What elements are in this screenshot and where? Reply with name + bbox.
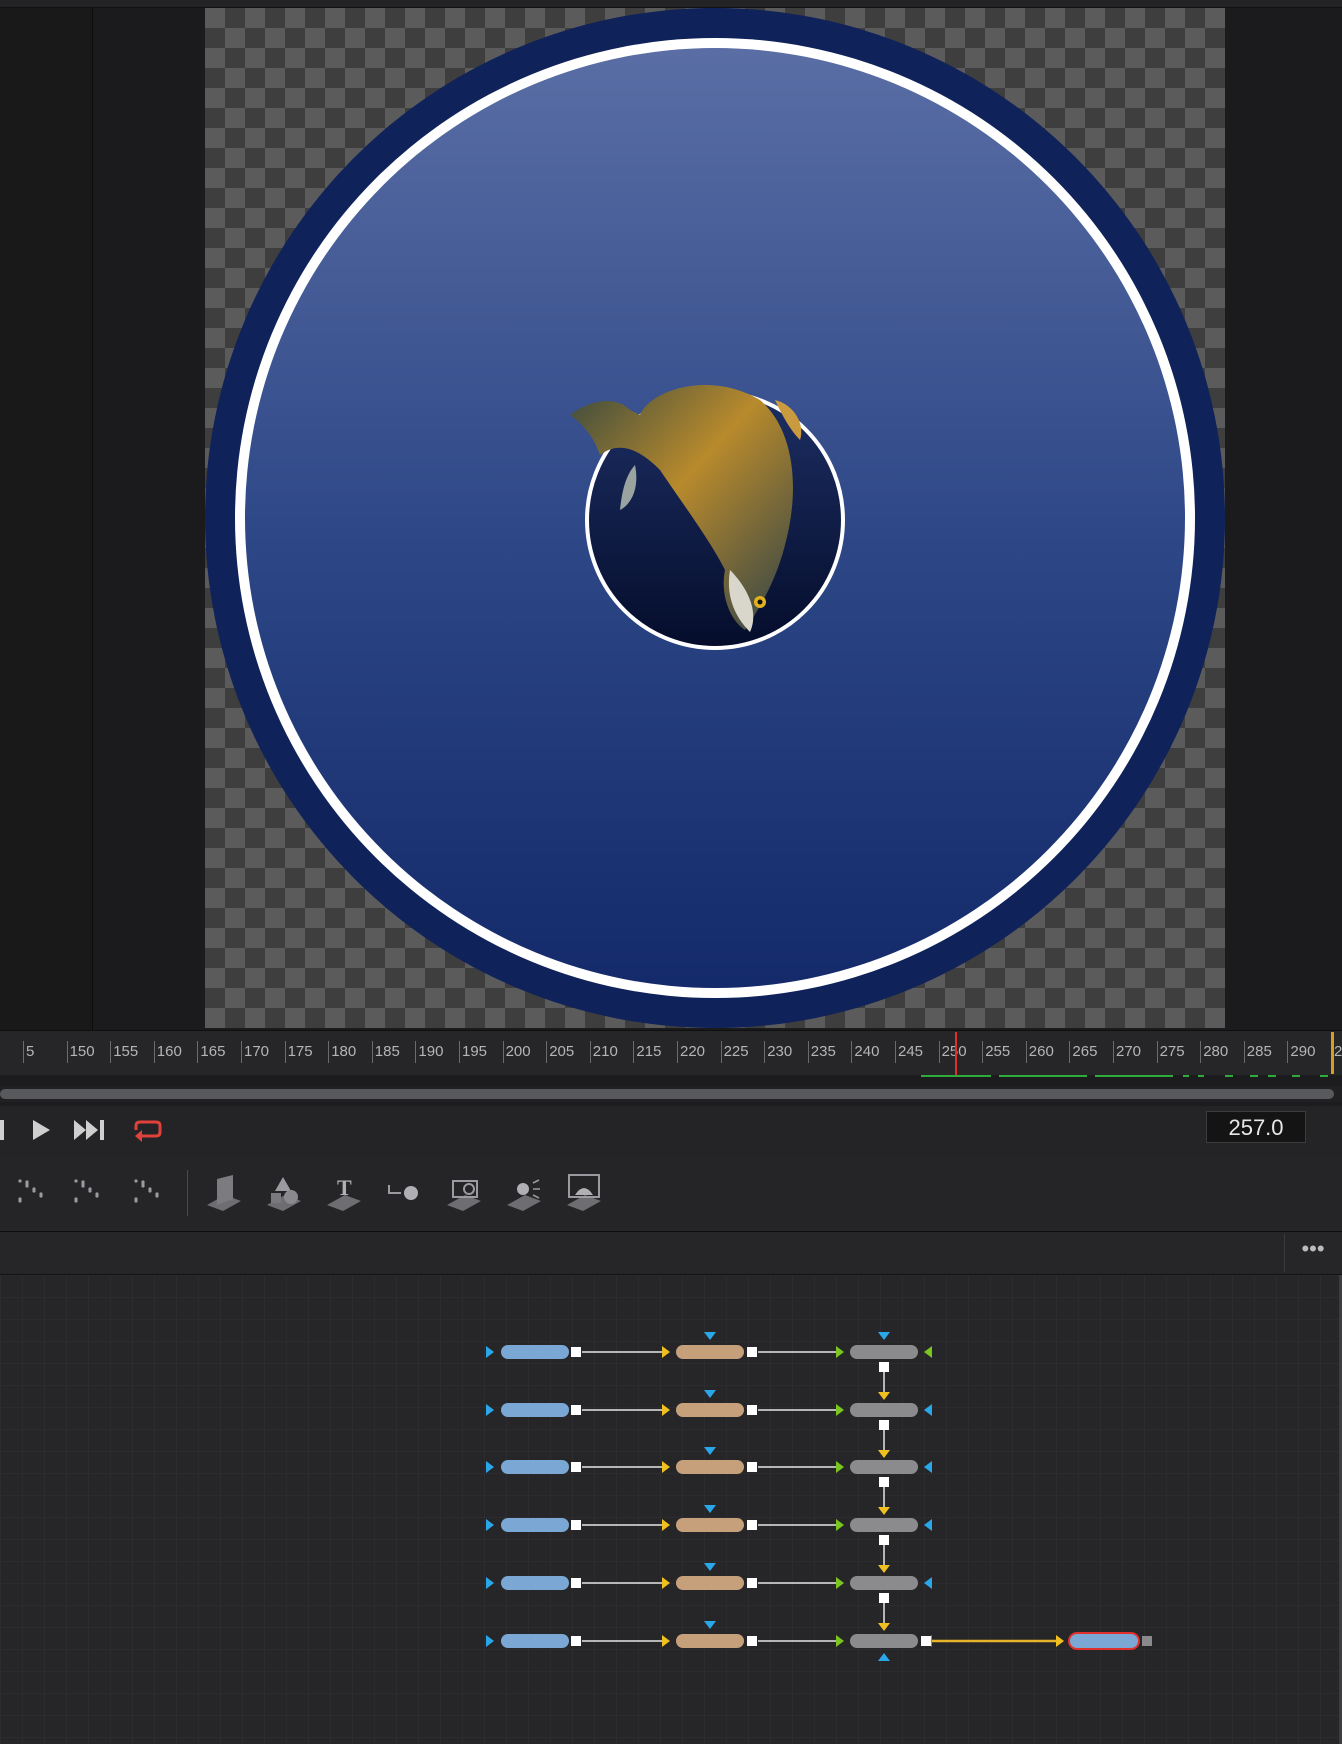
more-options-button[interactable]: ••• [1284,1234,1341,1272]
renderer-3d-icon[interactable] [563,1171,605,1213]
timeline-tick-label: 290 [1290,1043,1316,1060]
timeline-tick-label: 225 [723,1043,749,1060]
timeline-tick [851,1041,853,1063]
cache-bar [999,1075,1087,1077]
timeline-tick [1156,1041,1158,1063]
timeline-tick-label: 265 [1072,1043,1098,1060]
timeline-tick [1025,1041,1027,1063]
timeline-tick [1113,1041,1114,1063]
timeline-tick-label: 255 [985,1043,1011,1060]
timeline-tick [1287,1041,1289,1063]
particle-cloud-icon[interactable] [128,1171,170,1213]
timeline-tick-label: 280 [1203,1043,1229,1060]
timeline-tick [415,1041,417,1063]
timeline-tick [589,1041,591,1063]
timeline-tick [459,1041,460,1063]
timeline-tick-label: 270 [1116,1043,1142,1060]
timeline-tick-label: 170 [244,1043,270,1060]
timeline-tick [720,1041,722,1063]
timeline-tick-label: 275 [1159,1043,1185,1060]
left-side-panel [0,0,93,1030]
transport-bar [0,1106,1342,1157]
text-3d-icon[interactable]: T [323,1171,365,1213]
timeline-tick [546,1041,548,1063]
playhead-marker[interactable] [955,1032,957,1076]
timeline-tick-label: 165 [200,1043,226,1060]
timeline-tick [241,1041,242,1063]
toolbar-separator [187,1170,188,1216]
timeline-tick-label: 190 [418,1043,444,1060]
timeline-tick-label: 155 [113,1043,139,1060]
timeline-tick-label: 295 [1334,1043,1342,1060]
timeline-tick-label: 210 [592,1043,618,1060]
timeline-tick-label: 180 [331,1043,357,1060]
camera-3d-icon[interactable] [443,1171,485,1213]
cache-bar [1292,1075,1300,1077]
timeline-tick-label: 200 [505,1043,531,1060]
timeline-tick [371,1041,373,1063]
timeline-scrollbar[interactable] [0,1089,1334,1099]
cache-bar [1320,1075,1328,1077]
timeline-tick [1200,1041,1202,1063]
cache-bar [1225,1075,1233,1077]
cache-bar [1183,1075,1189,1077]
skip-to-end-icon[interactable] [72,1118,108,1142]
timeline-tick [153,1041,155,1063]
node-editor-canvas[interactable] [0,1275,1339,1744]
timeline-tick [677,1041,678,1063]
timeline-tick-label: 235 [810,1043,836,1060]
current-frame-field[interactable]: 257.0 [1206,1111,1306,1143]
timeline-tick-label: 160 [156,1043,182,1060]
timeline-tick-label: 220 [680,1043,706,1060]
svg-text:T: T [337,1175,352,1200]
merge-3d-icon[interactable] [383,1171,425,1213]
timeline-tick [807,1041,809,1063]
timeline-tick [23,1041,24,1063]
timeline-tick [764,1041,766,1063]
timeline-tick [982,1041,984,1063]
render-end-marker[interactable] [1331,1032,1334,1074]
step-back-icon[interactable] [0,1120,4,1140]
image-plane-3d-icon[interactable] [203,1171,245,1213]
node-editor-header [0,1232,1342,1275]
play-icon[interactable] [30,1118,52,1142]
timeline-tick [110,1041,112,1063]
cache-bar [1095,1075,1173,1077]
timeline-tick-label: 245 [898,1043,924,1060]
timeline-tick [502,1041,504,1063]
timeline-tick [1243,1041,1245,1063]
loop-icon[interactable] [130,1116,166,1144]
tool-bar [0,1156,1342,1232]
timeline-tick-label: 285 [1246,1043,1272,1060]
timeline-tick [284,1041,286,1063]
timeline-tick-label: 175 [287,1043,313,1060]
cache-bar [1250,1075,1258,1077]
timeline-tick-label: 185 [374,1043,400,1060]
timeline-tick [1069,1041,1071,1063]
timeline-tick [895,1041,896,1063]
timeline-tick-label: 150 [69,1043,95,1060]
timeline-tick [633,1041,635,1063]
shape-3d-icon[interactable] [263,1171,305,1213]
timeline-tick-label: 195 [462,1043,488,1060]
timeline-tick-label: 260 [1028,1043,1054,1060]
viewer-top-strip [0,0,1342,8]
cache-bar [1198,1075,1204,1077]
timeline-tick-label: 215 [636,1043,662,1060]
timeline-tick-label: 240 [854,1043,880,1060]
particle-emitter-icon[interactable] [12,1171,54,1213]
timeline-tick-label: 230 [767,1043,793,1060]
cache-bar [1268,1075,1276,1077]
light-3d-icon[interactable] [503,1171,545,1213]
particle-render-icon[interactable] [68,1171,110,1213]
timeline-tick [328,1041,330,1063]
timeline-tick [66,1041,68,1063]
timeline-tick [197,1041,199,1063]
timeline-tick-label: 205 [549,1043,575,1060]
timeline-ruler[interactable]: 5 150 155 160 165 170 175 180 185 190 195 200 205 210… [0,1030,1342,1075]
fish-logo-image [570,384,802,632]
timeline-tick-label: 5 [26,1043,35,1060]
timeline-tick [938,1041,940,1063]
cache-bar [921,1075,991,1077]
